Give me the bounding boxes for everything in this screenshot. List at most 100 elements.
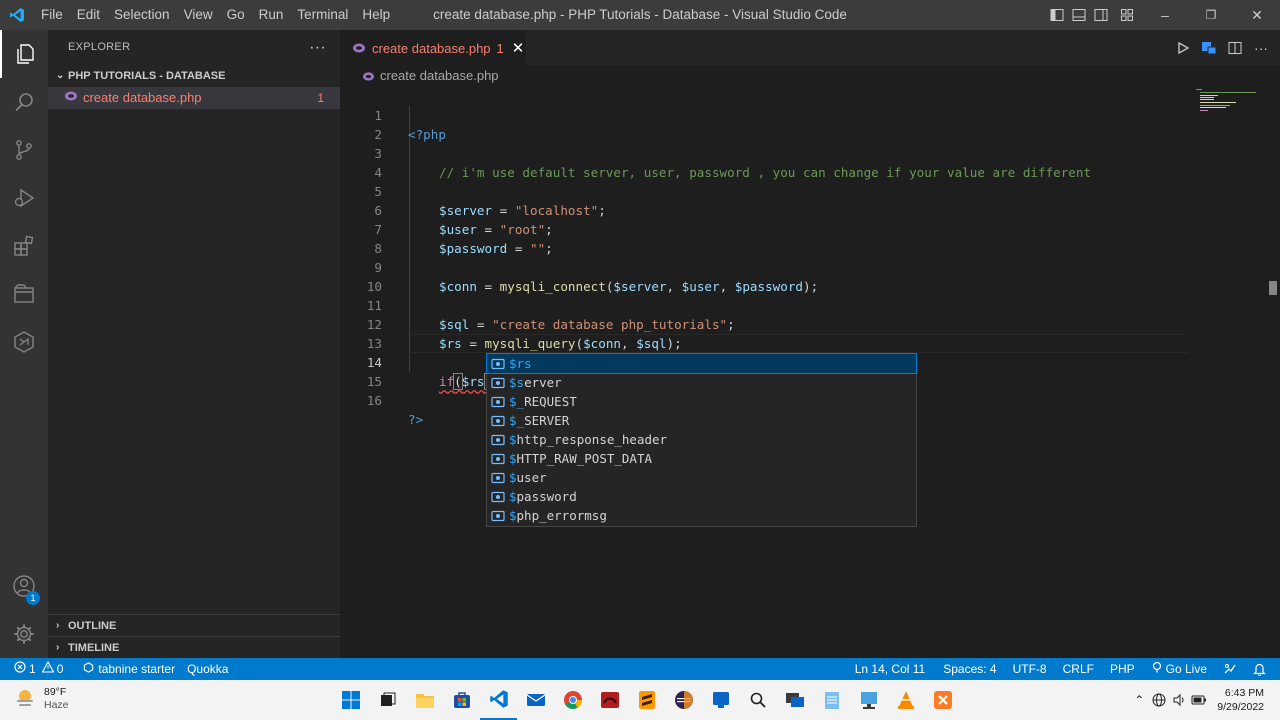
variable-icon — [489, 392, 506, 411]
menu-help[interactable]: Help — [355, 0, 397, 30]
code-line: 11 $sql = "create database php_tutorials… — [340, 277, 1190, 332]
accounts-icon[interactable]: 1 — [0, 562, 48, 610]
close-window-button[interactable]: ✕ — [1234, 0, 1280, 30]
toggle-panel-icon[interactable] — [1068, 0, 1090, 30]
variable-icon — [489, 506, 506, 525]
feedback-icon[interactable] — [1217, 658, 1243, 680]
code-line: 10 — [340, 258, 1190, 294]
scroll-marker — [1269, 281, 1277, 295]
suggestion-match: $ — [509, 508, 517, 523]
quokka-status[interactable]: Quokka — [181, 658, 234, 680]
language-mode[interactable]: PHP — [1104, 658, 1141, 680]
network-tool-icon[interactable] — [850, 680, 887, 720]
extensions-icon[interactable] — [0, 222, 48, 270]
warning-count: 0 — [56, 662, 64, 676]
language-globe-icon[interactable] — [1149, 680, 1169, 720]
vscode-logo-icon[interactable] — [0, 0, 34, 30]
mail-icon[interactable] — [517, 680, 554, 720]
suggestion-label: http_response_header — [516, 432, 668, 447]
workspace-folder[interactable]: ⌄ PHP TUTORIALS - DATABASE — [48, 65, 340, 87]
minimap[interactable] — [1196, 87, 1266, 117]
suggestion-item[interactable]: $ HTTP_RAW_POST_DATA — [487, 449, 916, 468]
suggestion-item[interactable]: $ php_errormsg — [487, 506, 916, 525]
breadcrumb-file: create database.php — [380, 68, 499, 83]
suggestion-match: $ — [509, 470, 517, 485]
suggestion-item[interactable]: $_ REQUEST — [487, 392, 916, 411]
suggestion-item[interactable]: $rs — [486, 353, 917, 374]
notifications-bell-icon[interactable] — [1247, 658, 1272, 680]
file-item-create-database[interactable]: create database.php 1 — [48, 87, 340, 109]
red-app-icon[interactable] — [591, 680, 628, 720]
menu-go[interactable]: Go — [220, 0, 252, 30]
code-token: ?> — [408, 412, 424, 427]
system-clock[interactable]: 6:43 PM 9/29/2022 — [1217, 686, 1264, 714]
tabnine-hub-icon[interactable] — [1196, 30, 1222, 65]
remote-explorer-icon[interactable] — [0, 270, 48, 318]
menu-view[interactable]: View — [177, 0, 220, 30]
settings-gear-icon[interactable] — [0, 610, 48, 658]
timeline-section[interactable]: › TIMELINE — [48, 636, 340, 658]
suggestion-item[interactable]: $ http_response_header — [487, 430, 916, 449]
suggestion-item[interactable]: $ user — [487, 468, 916, 487]
volume-icon[interactable] — [1169, 680, 1189, 720]
restore-button[interactable]: ❐ — [1188, 0, 1234, 30]
explorer-icon[interactable] — [0, 30, 48, 78]
menu-run[interactable]: Run — [252, 0, 291, 30]
menu-edit[interactable]: Edit — [70, 0, 107, 30]
more-actions-button[interactable]: ··· — [309, 30, 326, 65]
menu-selection[interactable]: Selection — [107, 0, 177, 30]
tab-bar: create database.php 1 ✕ ··· — [340, 30, 1280, 65]
code-line: 6 $user = "root"; — [340, 182, 1190, 237]
menu-file[interactable]: File — [34, 0, 70, 30]
problems-status[interactable]: 1 0 — [0, 658, 69, 680]
vscode-taskbar-icon[interactable] — [480, 680, 517, 720]
vlc-icon[interactable] — [887, 680, 924, 720]
go-live-button[interactable]: Go Live — [1145, 658, 1213, 680]
tab-create-database[interactable]: create database.php 1 ✕ — [340, 30, 526, 65]
tabnine-status[interactable]: tabnine starter — [77, 658, 181, 680]
chrome-icon[interactable] — [554, 680, 591, 720]
cursor-position[interactable]: Ln 14, Col 11 — [849, 658, 932, 680]
variable-icon — [489, 449, 506, 468]
tabnine-icon[interactable] — [0, 318, 48, 366]
file-explorer-icon[interactable] — [406, 680, 443, 720]
run-and-debug-icon[interactable] — [0, 174, 48, 222]
suggestion-item[interactable]: $_ SERVER — [487, 411, 916, 430]
code-line: 14 if($rs) — [340, 334, 1190, 390]
eclipse-icon[interactable] — [665, 680, 702, 720]
toggle-primary-sidebar-icon[interactable] — [1046, 0, 1068, 30]
battery-icon[interactable] — [1189, 680, 1209, 720]
split-editor-icon[interactable] — [1222, 30, 1248, 65]
suggestion-item[interactable]: $s erver — [487, 373, 916, 392]
run-file-icon[interactable] — [1170, 30, 1196, 65]
code-line: 4 — [340, 144, 1190, 180]
toggle-secondary-sidebar-icon[interactable] — [1090, 0, 1112, 30]
minimize-button[interactable]: – — [1142, 0, 1188, 30]
close-tab-icon[interactable]: ✕ — [512, 39, 525, 57]
vertical-scrollbar[interactable] — [1266, 87, 1280, 658]
more-actions-icon[interactable]: ··· — [1248, 30, 1274, 65]
search-taskbar-icon[interactable] — [739, 680, 776, 720]
outline-section[interactable]: › OUTLINE — [48, 614, 340, 636]
notepad-icon[interactable] — [813, 680, 850, 720]
explorer-sidebar: EXPLORER ··· ⌄ PHP TUTORIALS - DATABASE … — [48, 30, 340, 658]
source-control-icon[interactable] — [0, 126, 48, 174]
blue-app-icon[interactable] — [702, 680, 739, 720]
breadcrumb[interactable]: create database.php — [340, 65, 1280, 87]
indentation-status[interactable]: Spaces: 4 — [937, 658, 1002, 680]
customize-layout-icon[interactable] — [1112, 0, 1142, 30]
suggestion-item[interactable]: $ password — [487, 487, 916, 506]
suggest-widget[interactable]: $rs $s erver $_ REQUEST $_ SERVER $ http_res… — [486, 353, 917, 527]
microsoft-store-icon[interactable] — [443, 680, 480, 720]
encoding-status[interactable]: UTF-8 — [1007, 658, 1053, 680]
remote-desktop-icon[interactable] — [776, 680, 813, 720]
show-hidden-icons-chevron-up-icon[interactable]: ⌃ — [1129, 680, 1149, 720]
search-icon[interactable] — [0, 78, 48, 126]
start-button-icon[interactable] — [332, 680, 369, 720]
weather-widget[interactable]: 89°F Haze — [14, 686, 69, 712]
task-view-icon[interactable] — [369, 680, 406, 720]
menu-terminal[interactable]: Terminal — [290, 0, 355, 30]
xampp-icon[interactable] — [924, 680, 961, 720]
eol-status[interactable]: CRLF — [1057, 658, 1100, 680]
sublime-text-icon[interactable] — [628, 680, 665, 720]
